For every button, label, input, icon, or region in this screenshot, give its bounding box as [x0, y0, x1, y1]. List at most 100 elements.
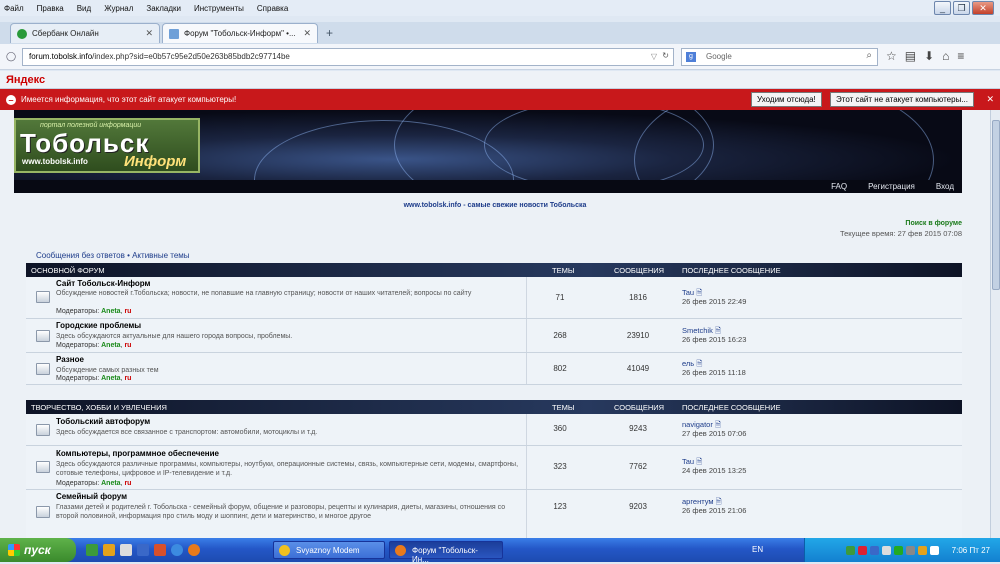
- register-link[interactable]: Регистрация: [868, 182, 915, 191]
- warning-text: Имеется информация, что этот сайт атакуе…: [21, 95, 237, 104]
- moderator-link[interactable]: ru: [124, 308, 131, 315]
- view-latest-icon[interactable]: 🗎: [696, 457, 702, 466]
- current-time: Текущее время: 27 фев 2015 07:08: [839, 229, 962, 238]
- tray-icon[interactable]: [881, 545, 891, 555]
- quicklaunch-firefox-icon[interactable]: [188, 544, 200, 556]
- close-window-button[interactable]: ✕: [972, 1, 994, 15]
- moderators: Модераторы: Aneta, ru: [56, 375, 132, 382]
- forum-favicon-icon: [169, 28, 179, 39]
- site-identity-icon[interactable]: ◯: [6, 51, 16, 62]
- tray-icon[interactable]: [917, 545, 927, 555]
- quicklaunch-ie-icon[interactable]: [171, 544, 183, 556]
- moderator-link[interactable]: ru: [124, 375, 131, 382]
- dropdown-arrow-icon[interactable]: ▽: [651, 52, 657, 61]
- menu-edit[interactable]: Правка: [37, 4, 64, 13]
- forum-search-link[interactable]: Поиск в форуме: [905, 220, 962, 227]
- topic-count: 802: [553, 364, 567, 373]
- menu-bar: Файл Правка Вид Журнал Закладки Инструме…: [0, 0, 1000, 16]
- faq-link[interactable]: FAQ: [831, 182, 847, 191]
- last-post-date: 27 фев 2015 07:06: [682, 429, 747, 438]
- moderator-link[interactable]: ru: [124, 342, 131, 349]
- maximize-button[interactable]: ❐: [953, 1, 970, 15]
- tray-icon[interactable]: [893, 545, 903, 555]
- url-bar[interactable]: forum.tobolsk.info/index.php?sid=e0b57c9…: [22, 48, 674, 66]
- forum-title-link[interactable]: Тобольский автофорум: [56, 417, 150, 426]
- posts-header: СООБЩЕНИЯ: [614, 403, 665, 412]
- moderator-link[interactable]: Aneta: [101, 342, 120, 349]
- moderator-link[interactable]: Aneta: [101, 480, 120, 487]
- menu-help[interactable]: Справка: [257, 4, 288, 13]
- view-latest-icon[interactable]: 🗎: [696, 359, 702, 368]
- yandex-logo[interactable]: Яндекс: [6, 74, 45, 86]
- forum-title-link[interactable]: Городские проблемы: [56, 321, 141, 330]
- page-scrollbar[interactable]: [990, 110, 1000, 538]
- leave-site-button[interactable]: Уходим отсюда!: [751, 92, 822, 107]
- quicklaunch-word-icon[interactable]: [137, 544, 149, 556]
- warning-icon: –: [6, 94, 16, 105]
- quick-links[interactable]: Сообщения без ответов • Активные темы: [36, 251, 190, 260]
- quicklaunch-app-icon[interactable]: [86, 544, 98, 556]
- moderator-link[interactable]: Aneta: [101, 308, 120, 315]
- menu-file[interactable]: Файл: [4, 4, 24, 13]
- tab-forum[interactable]: Форум "Тобольск-Информ" •... ✕: [162, 23, 318, 43]
- reload-icon[interactable]: ↻: [662, 51, 669, 60]
- site-logo[interactable]: портал полезной информации Тобольск www.…: [14, 118, 200, 173]
- section-title[interactable]: ОСНОВНОЙ ФОРУМ: [31, 266, 105, 275]
- login-link[interactable]: Вход: [936, 182, 954, 191]
- menu-tools[interactable]: Инструменты: [194, 4, 244, 13]
- forum-row: Тобольский автофорум Здесь обсуждается в…: [26, 414, 962, 446]
- downloads-icon[interactable]: ⬇: [924, 49, 934, 63]
- quicklaunch-opera-icon[interactable]: [154, 544, 166, 556]
- menu-history[interactable]: Журнал: [104, 4, 133, 13]
- new-tab-icon[interactable]: +: [326, 26, 333, 40]
- taskbar-firefox-window[interactable]: Форум "Тобольск-Ин...: [389, 541, 503, 564]
- forum-read-icon: [36, 330, 50, 342]
- moderator-link[interactable]: ru: [124, 480, 131, 487]
- close-tab-icon[interactable]: ✕: [145, 28, 153, 39]
- posts-header: СООБЩЕНИЯ: [614, 266, 665, 275]
- site-tagline-link[interactable]: www.tobolsk.info - самые свежие новости …: [0, 202, 990, 209]
- section-title[interactable]: ТВОРЧЕСТВО, ХОББИ И УВЛЕЧЕНИЯ: [31, 403, 167, 412]
- last-post-date: 26 фев 2015 16:23: [682, 335, 747, 344]
- minimize-button[interactable]: _: [934, 1, 951, 15]
- not-attack-button[interactable]: Этот сайт не атакует компьютеры...: [830, 92, 974, 107]
- firefox-icon: [395, 545, 406, 556]
- quicklaunch-desktop-icon[interactable]: [120, 544, 132, 556]
- forum-title-link[interactable]: Сайт Тобольск-Информ: [56, 279, 150, 288]
- forum-description: Обсуждение самых разных тем: [56, 367, 159, 374]
- view-latest-icon[interactable]: 🗎: [715, 420, 721, 429]
- tab-sberbank[interactable]: Сбербанк Онлайн ✕: [10, 23, 160, 43]
- moderator-link[interactable]: Aneta: [101, 375, 120, 382]
- tray-icon[interactable]: [905, 545, 915, 555]
- quicklaunch-folder-icon[interactable]: [103, 544, 115, 556]
- volume-icon[interactable]: [929, 545, 939, 555]
- tray-icon[interactable]: [869, 545, 879, 555]
- menu-bookmarks[interactable]: Закладки: [146, 4, 181, 13]
- view-latest-icon[interactable]: 🗎: [715, 326, 721, 335]
- language-indicator[interactable]: EN: [752, 545, 763, 554]
- start-button[interactable]: пуск: [0, 538, 76, 562]
- scrollbar-thumb[interactable]: [992, 120, 1000, 290]
- forum-title-link[interactable]: Семейный форум: [56, 492, 127, 501]
- tray-icon[interactable]: [845, 545, 855, 555]
- search-bar[interactable]: g Google ⌕: [681, 48, 878, 66]
- view-latest-icon[interactable]: 🗎: [696, 288, 702, 297]
- bookmark-star-icon[interactable]: ☆: [886, 49, 897, 63]
- tray-icon[interactable]: [857, 545, 867, 555]
- menu-icon[interactable]: ≡: [957, 49, 964, 63]
- page-content: портал полезной информации Тобольск www.…: [0, 110, 990, 538]
- forum-title-link[interactable]: Компьютеры, программное обеспечение: [56, 449, 219, 458]
- google-engine-icon[interactable]: g: [686, 52, 696, 62]
- topic-count: 123: [553, 502, 567, 511]
- search-icon[interactable]: ⌕: [866, 50, 872, 61]
- bookmarks-list-icon[interactable]: ▤: [905, 49, 916, 63]
- view-latest-icon[interactable]: 🗎: [716, 497, 722, 506]
- home-icon[interactable]: ⌂: [942, 49, 949, 63]
- close-warning-icon[interactable]: ✕: [986, 94, 994, 105]
- clock[interactable]: 7:06 Пт 27: [952, 546, 990, 555]
- close-tab-icon[interactable]: ✕: [303, 28, 311, 39]
- menu-view[interactable]: Вид: [77, 4, 91, 13]
- forum-description: Глазами детей и родителей г. Тобольска -…: [56, 504, 506, 520]
- taskbar-svyaznoy-modem[interactable]: Svyaznoy Modem: [273, 541, 385, 559]
- forum-title-link[interactable]: Разное: [56, 355, 84, 364]
